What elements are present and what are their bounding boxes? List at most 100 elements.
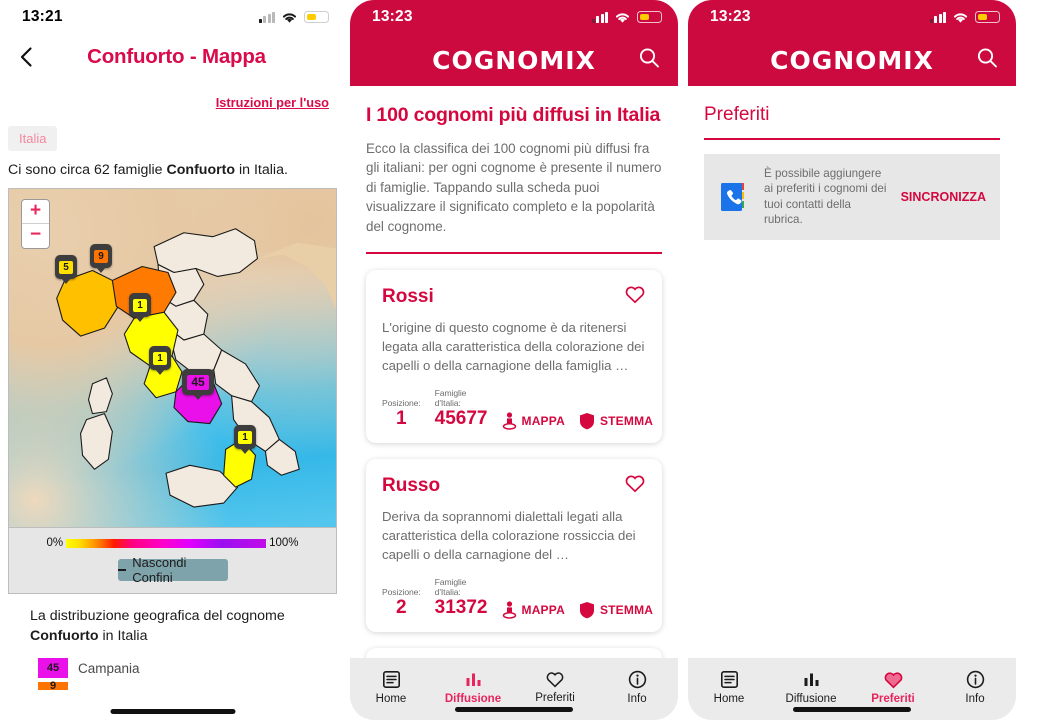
search-button[interactable] <box>976 47 998 74</box>
surname-card[interactable]: Ferrari Deriva dai soprannomi legati al … <box>366 648 662 658</box>
page-description: Ecco la classifica dei 100 cognomi più d… <box>366 141 662 234</box>
status-indicators <box>591 11 662 24</box>
panel-map-screen: 13:21 Confuorto - Mappa Istruzioni per l… <box>0 0 345 720</box>
map-scale-row: 0% 100% <box>9 537 336 549</box>
map-marker[interactable]: 45 <box>182 369 214 395</box>
tab-info[interactable]: Info <box>934 670 1016 705</box>
map-action-button[interactable]: MAPPA <box>502 412 565 430</box>
tab-preferiti-label: Preferiti <box>535 692 575 704</box>
region-value: 9 <box>38 680 68 692</box>
map-caption-suffix: in Italia <box>98 627 148 644</box>
screenshot-root: 13:21 Confuorto - Mappa Istruzioni per l… <box>0 0 1038 720</box>
map-action-label: MAPPA <box>521 603 565 618</box>
tab-preferiti[interactable]: Preferiti <box>852 670 934 705</box>
tab-info[interactable]: Info <box>596 670 678 705</box>
cellular-bars-icon <box>929 11 946 23</box>
home-indicator <box>110 709 235 714</box>
surname-card[interactable]: Russo Deriva da soprannomi dialettali le… <box>366 459 662 633</box>
sync-banner-text: È possibile aggiungere ai preferiti i co… <box>764 166 887 227</box>
tab-diffusione[interactable]: Diffusione <box>432 670 514 705</box>
map-legend: 0% 100% Nascondi Confini <box>8 528 337 594</box>
map-marker-value: 1 <box>238 430 252 444</box>
sync-button[interactable]: SINCRONIZZA <box>901 190 986 204</box>
families-block: Famiglie d'Italia: 31372 <box>435 577 488 619</box>
hide-borders-button[interactable]: Nascondi Confini <box>117 555 228 585</box>
brand-header: 13:23 COGNOMIX <box>688 0 1016 86</box>
cellular-bars-icon <box>591 11 608 23</box>
status-time: 13:23 <box>710 8 751 25</box>
map-zoom-controls[interactable]: + − <box>21 199 50 249</box>
scale-gradient-bar <box>66 538 267 548</box>
zoom-in-button[interactable]: + <box>22 200 49 224</box>
brand-row: COGNOMIX <box>688 34 1016 86</box>
status-bar: 13:23 <box>350 0 678 34</box>
map-action-label: MAPPA <box>521 414 565 429</box>
bar-chart-icon <box>466 673 480 686</box>
crest-action-button[interactable]: STEMMA <box>579 412 653 430</box>
tab-diffusione-label: Diffusione <box>444 692 502 705</box>
heart-outline-icon <box>625 475 645 493</box>
favorite-toggle[interactable] <box>624 284 646 309</box>
position-label: Posizione: <box>382 587 421 598</box>
map-action-button[interactable]: MAPPA <box>502 601 565 620</box>
scale-min-label: 0% <box>46 537 64 549</box>
page-title: Preferiti <box>704 104 770 125</box>
surname-description: Deriva da soprannomi dialettali legati a… <box>382 509 636 562</box>
map-canvas[interactable]: + − 5 9 1 1 45 1 <box>8 188 337 528</box>
list-content[interactable]: I 100 cognomi più diffusi in Italia Ecco… <box>350 86 678 658</box>
map-marker[interactable]: 1 <box>129 293 151 317</box>
surname-card[interactable]: Rossi L'origine di questo cognome è da r… <box>366 270 662 444</box>
map-marker[interactable]: 9 <box>90 244 112 268</box>
families-summary-prefix: Ci sono circa 62 famiglie <box>8 162 167 178</box>
map-marker[interactable]: 5 <box>55 255 77 279</box>
map-marker-value: 5 <box>59 260 73 274</box>
families-summary-surname: Confuorto <box>166 162 236 178</box>
wifi-icon <box>282 12 297 23</box>
map-marker[interactable]: 1 <box>149 346 171 370</box>
heart-filled-icon <box>884 671 902 688</box>
italy-map-graphic <box>56 228 336 508</box>
tab-diffusione[interactable]: Diffusione <box>770 670 852 705</box>
surname-name: Russo <box>382 474 441 496</box>
tab-preferiti[interactable]: Preferiti <box>514 670 596 704</box>
status-time: 13:21 <box>22 8 63 25</box>
crest-action-button[interactable]: STEMMA <box>579 601 653 619</box>
tab-info-label: Info <box>627 692 647 705</box>
tab-home-label: Home <box>713 692 745 705</box>
surname-meta-row: Posizione: 1 Famiglie d'Italia: 45677 MA… <box>382 388 653 430</box>
scope-badge[interactable]: Italia <box>8 126 58 151</box>
list-icon <box>382 670 400 688</box>
bar-chart-icon <box>804 673 818 686</box>
page-title: I 100 cognomi più diffusi in Italia <box>366 104 661 126</box>
tab-home-label: Home <box>375 692 407 705</box>
battery-icon <box>975 11 1000 23</box>
surname-meta-row: Posizione: 2 Famiglie d'Italia: 31372 MA… <box>382 577 653 620</box>
back-button[interactable] <box>14 44 40 70</box>
panel-list-screen: 13:23 COGNOMIX I 100 cognomi più diffusi… <box>345 0 683 720</box>
favorite-toggle[interactable] <box>624 473 646 498</box>
wifi-icon <box>953 12 968 23</box>
brand-header: 13:23 COGNOMIX <box>350 0 678 86</box>
tab-home[interactable]: Home <box>350 670 432 705</box>
list-item[interactable]: 9 <box>38 680 345 692</box>
search-button[interactable] <box>638 47 660 74</box>
map-marker-value: 45 <box>187 374 209 390</box>
shield-icon <box>579 602 594 619</box>
zoom-out-button[interactable]: − <box>22 224 49 248</box>
scope-badge-row: Italia <box>0 112 345 151</box>
position-block: Posizione: 2 <box>382 587 421 619</box>
sync-contacts-banner: È possibile aggiungere ai preferiti i co… <box>704 153 1000 240</box>
info-circle-icon <box>628 670 646 688</box>
surname-name: Rossi <box>382 285 434 307</box>
battery-icon <box>304 11 329 23</box>
list-item[interactable]: 45 Campania <box>38 658 345 679</box>
map-marker-value: 1 <box>133 298 147 312</box>
battery-icon <box>637 11 662 23</box>
map-marker[interactable]: 1 <box>234 425 256 449</box>
surname-card-header: Rossi <box>382 284 646 309</box>
panel-favorites-screen: 13:23 COGNOMIX Preferiti È possibile agg… <box>683 0 1021 720</box>
families-value: 31372 <box>434 597 488 619</box>
tab-home[interactable]: Home <box>688 670 770 705</box>
instructions-link[interactable]: Istruzioni per l'uso <box>216 95 329 110</box>
crest-action-label: STEMMA <box>599 603 654 618</box>
